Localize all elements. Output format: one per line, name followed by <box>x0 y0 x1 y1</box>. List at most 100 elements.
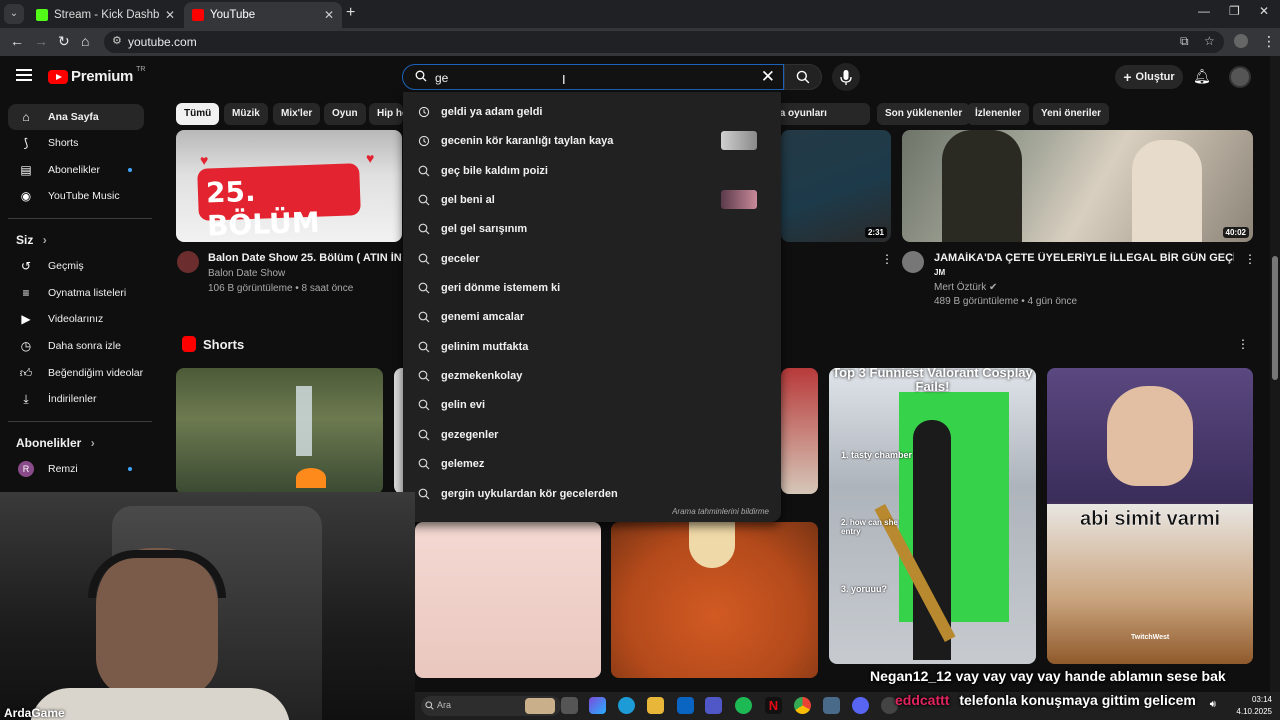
hamburger-menu-icon[interactable] <box>16 69 32 84</box>
chip-recently-uploaded[interactable]: Son yüklenenler <box>877 103 971 125</box>
you-section-header[interactable]: Siz › <box>16 233 47 247</box>
short-thumbnail[interactable]: Top 3 Funniest Valorant Cosplay Fails! 1… <box>829 368 1036 664</box>
tab-title: Stream - Kick Dashboard <box>54 9 159 21</box>
task-view-icon[interactable] <box>561 697 578 714</box>
browser-menu-icon[interactable]: ⋮ <box>1262 33 1276 50</box>
search-input[interactable]: ge ✕ <box>402 64 784 90</box>
video-title[interactable]: JAMAİKA'DA ÇETE ÜYELERİYLE İLLEGAL BİR G… <box>934 252 1234 264</box>
new-tab-button[interactable]: + <box>346 4 355 22</box>
chip-hiphop[interactable]: Hip hop <box>369 103 403 125</box>
chip-gaming[interactable]: Oyun <box>324 103 366 125</box>
edge-icon[interactable] <box>618 697 635 714</box>
file-explorer-icon[interactable] <box>647 697 664 714</box>
channel-avatar[interactable] <box>177 251 199 273</box>
short-thumbnail[interactable] <box>176 368 383 494</box>
search-button[interactable] <box>784 64 822 90</box>
sidebar-item-your-videos[interactable]: ▶ Videolarınız <box>8 306 144 332</box>
suggestion-item[interactable]: gergin uykulardan kör gecelerden <box>403 479 781 508</box>
more-options-icon[interactable]: ⋮ <box>1244 252 1256 266</box>
channel-name[interactable]: Balon Date Show <box>208 268 285 279</box>
scrollbar-thumb[interactable] <box>1272 256 1278 380</box>
chip-mixes[interactable]: Mix'ler <box>273 103 321 125</box>
sidebar-item-downloads[interactable]: ⤓ İndirilenler <box>8 386 144 412</box>
notifications-bell-icon[interactable]: 🔔︎ <box>1193 68 1211 85</box>
close-tab-icon[interactable]: ✕ <box>165 8 175 22</box>
sidebar-item-subscriptions[interactable]: ▤ Abonelikler <box>8 157 144 183</box>
suggestion-item[interactable]: gel beni al <box>403 185 781 214</box>
restore-icon[interactable]: ❐ <box>1229 4 1240 18</box>
channel-name[interactable]: Mert Öztürk ✔ <box>934 282 997 293</box>
suggestion-item[interactable]: gelinim mutfakta <box>403 332 781 361</box>
tab-youtube[interactable]: YouTube ✕ <box>184 2 342 28</box>
youtube-logo[interactable]: Premium TR <box>48 66 145 85</box>
short-thumbnail[interactable] <box>611 522 818 678</box>
chip-all[interactable]: Tümü <box>176 103 220 125</box>
suggestion-item[interactable]: gecenin kör karanlığı taylan kaya <box>403 126 781 155</box>
channel-avatar[interactable] <box>902 251 924 273</box>
site-info-icon[interactable]: ⚙ <box>112 34 122 47</box>
voice-search-button[interactable] <box>832 63 860 91</box>
close-window-icon[interactable]: ✕ <box>1259 4 1269 18</box>
reload-icon[interactable]: ↻ <box>58 33 70 50</box>
bookmark-star-icon[interactable]: ☆ <box>1204 34 1215 48</box>
clear-search-icon[interactable]: ✕ <box>761 67 775 87</box>
suggestion-item[interactable]: genemi amcalar <box>403 302 781 331</box>
sidebar-item-history[interactable]: ↺ Geçmiş <box>8 253 144 279</box>
outlook-icon[interactable] <box>677 697 694 714</box>
profile-avatar[interactable] <box>1234 34 1248 48</box>
suggestion-item[interactable]: gel gel sarışınım <box>403 214 781 243</box>
close-tab-icon[interactable]: ✕ <box>324 8 334 22</box>
volume-icon[interactable]: 🔊︎ <box>1210 699 1216 710</box>
video-title[interactable]: Balon Date Show 25. Bölüm ( ATIN İNTİKAM… <box>208 252 402 264</box>
sidebar-item-home[interactable]: ⌂ Ana Sayfa <box>8 104 144 130</box>
video-thumbnail[interactable]: 40:02 <box>902 130 1253 242</box>
suggestion-item[interactable]: gelin evi <box>403 390 781 419</box>
suggestion-item[interactable]: gezegenler <box>403 420 781 449</box>
teams-icon[interactable] <box>705 697 722 714</box>
forward-icon[interactable]: → <box>34 33 48 49</box>
netflix-icon[interactable]: N <box>765 697 782 714</box>
omnibox[interactable]: ⚙ youtube.com ⧉ ☆ <box>104 31 1224 53</box>
chip-music[interactable]: Müzik <box>224 103 268 125</box>
tab-search-button[interactable]: ⌄ <box>4 4 24 24</box>
youtube-favicon-icon <box>192 9 204 21</box>
copilot-icon[interactable] <box>589 697 606 714</box>
chip-new-to-you[interactable]: Yeni öneriler <box>1033 103 1110 125</box>
sidebar-item-channel-remzi[interactable]: R Remzi <box>8 456 144 482</box>
home-icon[interactable]: ⌂ <box>81 33 89 49</box>
search-icon <box>418 223 430 234</box>
sidebar-item-playlists[interactable]: ≡ Oynatma listeleri <box>8 280 144 306</box>
taskbar-clock[interactable]: 03:14 4.10.2025 <box>1236 694 1272 718</box>
sidebar-item-watch-later[interactable]: ◷ Daha sonra izle <box>8 333 144 359</box>
short-thumbnail[interactable] <box>415 522 601 678</box>
suggestion-item[interactable]: gelemez <box>403 449 781 478</box>
suggestion-item[interactable]: geceler <box>403 244 781 273</box>
account-avatar[interactable] <box>1229 66 1251 88</box>
sidebar-item-liked-videos[interactable]: 👍︎ Beğendiğim videolar <box>8 360 144 386</box>
install-app-icon[interactable]: ⧉ <box>1180 34 1189 49</box>
short-thumbnail[interactable] <box>781 368 818 494</box>
more-options-icon[interactable]: ⋮ <box>881 252 893 266</box>
sidebar-item-youtube-music[interactable]: ◉ YouTube Music <box>8 183 144 209</box>
sidebar-item-shorts[interactable]: ⟆ Shorts <box>8 130 144 156</box>
video-thumbnail[interactable]: 2:31 <box>781 130 891 242</box>
report-predictions-link[interactable]: Arama tahminlerini bildirme <box>672 507 769 516</box>
chip-watched[interactable]: İzlenenler <box>967 103 1030 125</box>
minimize-icon[interactable]: — <box>1198 4 1210 18</box>
back-icon[interactable]: ← <box>10 33 24 49</box>
chrome-icon[interactable] <box>794 697 811 714</box>
spotify-icon[interactable] <box>735 697 752 714</box>
tab-kick-dashboard[interactable]: Stream - Kick Dashboard ✕ <box>28 2 183 28</box>
suggestion-item[interactable]: geri dönme istemem ki <box>403 273 781 302</box>
create-button[interactable]: + Oluştur <box>1115 65 1183 89</box>
suggestion-item[interactable]: geç bile kaldım poizi <box>403 156 781 185</box>
video-thumbnail[interactable]: 25. BÖLÜM ♥ ♥ <box>176 130 402 242</box>
suggestion-item[interactable]: geldi ya adam geldi <box>403 97 781 126</box>
discord-icon[interactable] <box>852 697 869 714</box>
app-icon[interactable] <box>823 697 840 714</box>
taskbar-search[interactable]: Ara <box>421 696 561 716</box>
suggestion-item[interactable]: gezmekenkolay <box>403 361 781 390</box>
subscriptions-section-header[interactable]: Abonelikler › <box>16 436 95 450</box>
more-options-icon[interactable]: ⋮ <box>1237 337 1249 351</box>
short-thumbnail[interactable]: abi simit varmi TwitchWest <box>1047 368 1253 664</box>
